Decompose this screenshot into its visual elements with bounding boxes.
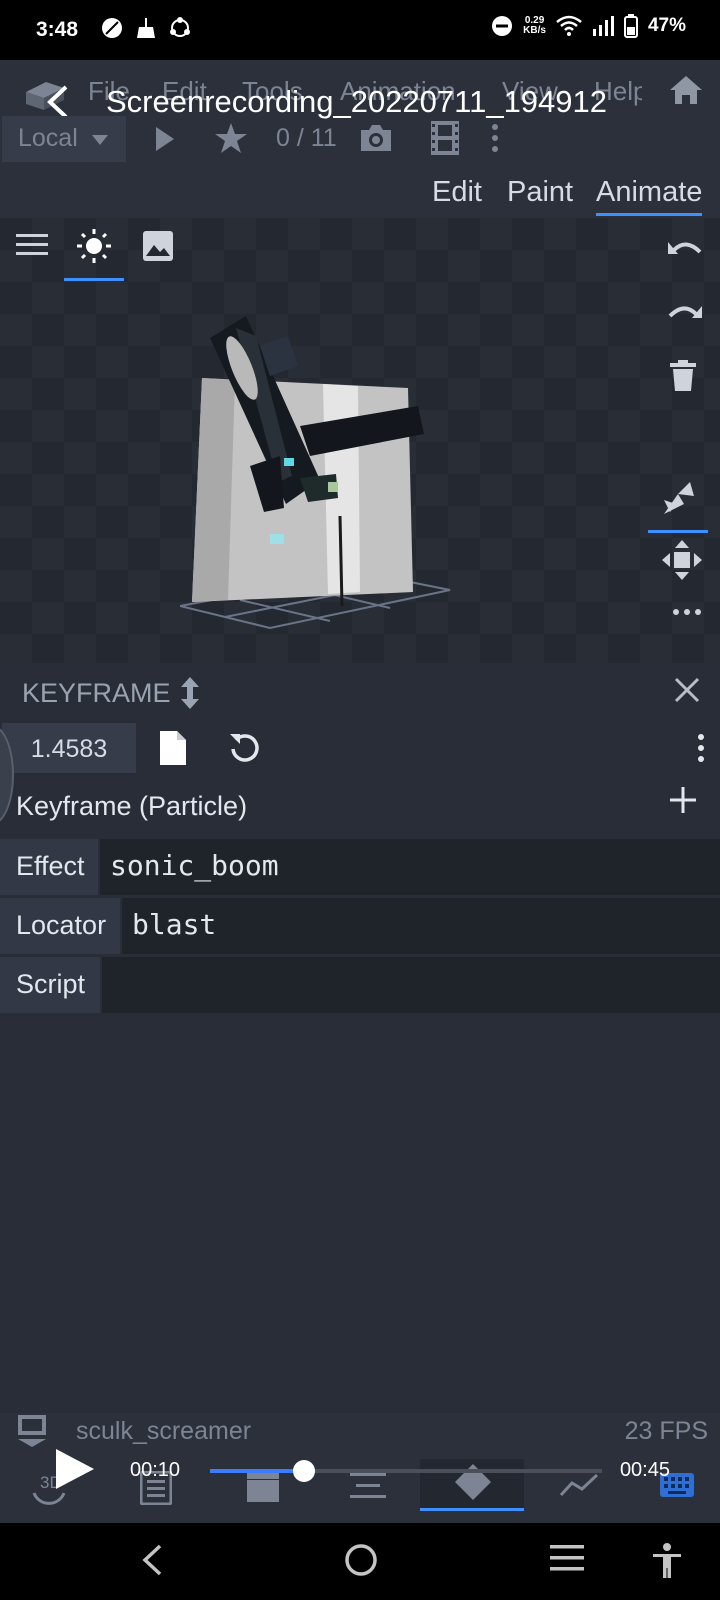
nav-back-icon[interactable] xyxy=(140,1543,164,1577)
pose-icon xyxy=(664,482,694,514)
model-scene[interactable] xyxy=(180,306,470,646)
keyframe-panel-header[interactable]: KEYFRAME xyxy=(22,677,199,709)
fps-counter: 23 FPS xyxy=(624,1417,708,1445)
current-time: 00:10 xyxy=(130,1459,181,1481)
mode-tabs: Edit Paint Animate xyxy=(0,164,720,218)
camera-icon[interactable] xyxy=(358,122,394,154)
status-bar: 3:48 0.29 KB/s 47% xyxy=(0,0,720,60)
leaf-icon xyxy=(102,18,122,38)
seek-progress xyxy=(210,1469,305,1473)
tab-keyframe[interactable] xyxy=(420,1459,524,1511)
nav-recents-icon[interactable] xyxy=(550,1543,584,1573)
system-nav-bar xyxy=(0,1523,720,1600)
accessibility-icon[interactable] xyxy=(652,1543,682,1579)
dnd-icon xyxy=(492,16,513,36)
back-arrow-icon[interactable] xyxy=(44,84,72,120)
film-icon[interactable] xyxy=(430,120,460,156)
script-row: Script xyxy=(0,957,720,1013)
effect-input[interactable]: sonic_boom xyxy=(100,839,720,895)
end-time: 00:45 xyxy=(619,1459,670,1481)
play-icon[interactable] xyxy=(154,126,176,152)
seek-thumb[interactable] xyxy=(293,1460,316,1482)
net-speed: 0.29 KB/s xyxy=(523,15,546,36)
script-label: Script xyxy=(0,957,100,1013)
pose-tool[interactable] xyxy=(648,480,708,533)
selection-counter: 0 / 11 xyxy=(276,124,337,152)
tab-edit[interactable]: Edit xyxy=(432,176,482,209)
star-icon[interactable] xyxy=(214,122,248,154)
keyframe-panel: KEYFRAME 1.4583 Keyframe (Particle) Effe… xyxy=(0,663,720,1413)
trash-icon[interactable] xyxy=(670,360,696,392)
document-icon[interactable] xyxy=(160,731,186,765)
add-icon[interactable] xyxy=(670,787,696,813)
battery-icon xyxy=(623,14,638,38)
play-icon[interactable] xyxy=(54,1447,96,1491)
app-header: File Edit Tools Animation View Help Scre… xyxy=(0,60,720,164)
3d-viewport[interactable] xyxy=(0,218,720,663)
resize-vertical-icon[interactable] xyxy=(180,677,199,709)
reset-icon[interactable] xyxy=(228,731,260,763)
sun-icon xyxy=(77,229,111,263)
tab-paint[interactable]: Paint xyxy=(507,176,573,209)
animations-clapper-icon[interactable] xyxy=(246,1471,280,1503)
effect-row: Effect sonic_boom xyxy=(0,839,720,895)
keyframe-title: Keyframe (Particle) xyxy=(16,791,248,821)
locator-row: Locator blast xyxy=(0,898,720,954)
more-vertical-icon[interactable] xyxy=(490,122,500,154)
battery-percent: 47% xyxy=(647,15,686,36)
signal-icon xyxy=(592,16,614,36)
close-icon[interactable] xyxy=(674,677,700,703)
move-icon[interactable] xyxy=(662,540,702,580)
keyframe-time-field[interactable]: 1.4583 xyxy=(2,723,136,773)
wifi-icon xyxy=(556,15,582,36)
redo-icon[interactable] xyxy=(666,298,704,324)
notification-icons xyxy=(100,16,192,40)
more-horizontal-icon[interactable] xyxy=(672,608,702,616)
keyframe-header-label: KEYFRAME xyxy=(22,677,171,708)
lighting-toggle[interactable] xyxy=(64,228,124,281)
status-time: 3:48 xyxy=(36,18,79,41)
undo-icon[interactable] xyxy=(666,234,704,260)
caret-down-icon xyxy=(91,135,108,145)
graph-icon[interactable] xyxy=(560,1471,598,1499)
share-circle-icon xyxy=(170,17,190,37)
bottom-bar: sculk_screamer 23 FPS 3D 00:10 00:45 xyxy=(0,1413,720,1523)
script-input[interactable] xyxy=(102,957,720,1013)
locator-input[interactable]: blast xyxy=(122,898,720,954)
image-icon[interactable] xyxy=(142,230,174,262)
seek-bar[interactable] xyxy=(210,1460,602,1482)
more-vertical-icon[interactable] xyxy=(696,733,706,763)
space-mode-dropdown[interactable]: Local xyxy=(2,116,126,162)
timeline-lines-icon[interactable] xyxy=(350,1471,386,1501)
project-name: sculk_screamer xyxy=(76,1417,252,1445)
status-right: 0.29 KB/s 47% xyxy=(491,14,686,38)
recording-title: Screenrecording_20220711_194912 xyxy=(106,84,608,119)
toolbar: Local 0 / 11 xyxy=(0,116,720,162)
menu-hamburger-icon[interactable] xyxy=(16,234,48,256)
locator-label: Locator xyxy=(0,898,120,954)
tab-animate[interactable]: Animate xyxy=(596,176,703,216)
status-bar-icon[interactable] xyxy=(14,1413,50,1449)
effect-label: Effect xyxy=(0,839,98,895)
nav-home-icon[interactable] xyxy=(344,1543,378,1577)
broom-icon xyxy=(137,18,155,38)
